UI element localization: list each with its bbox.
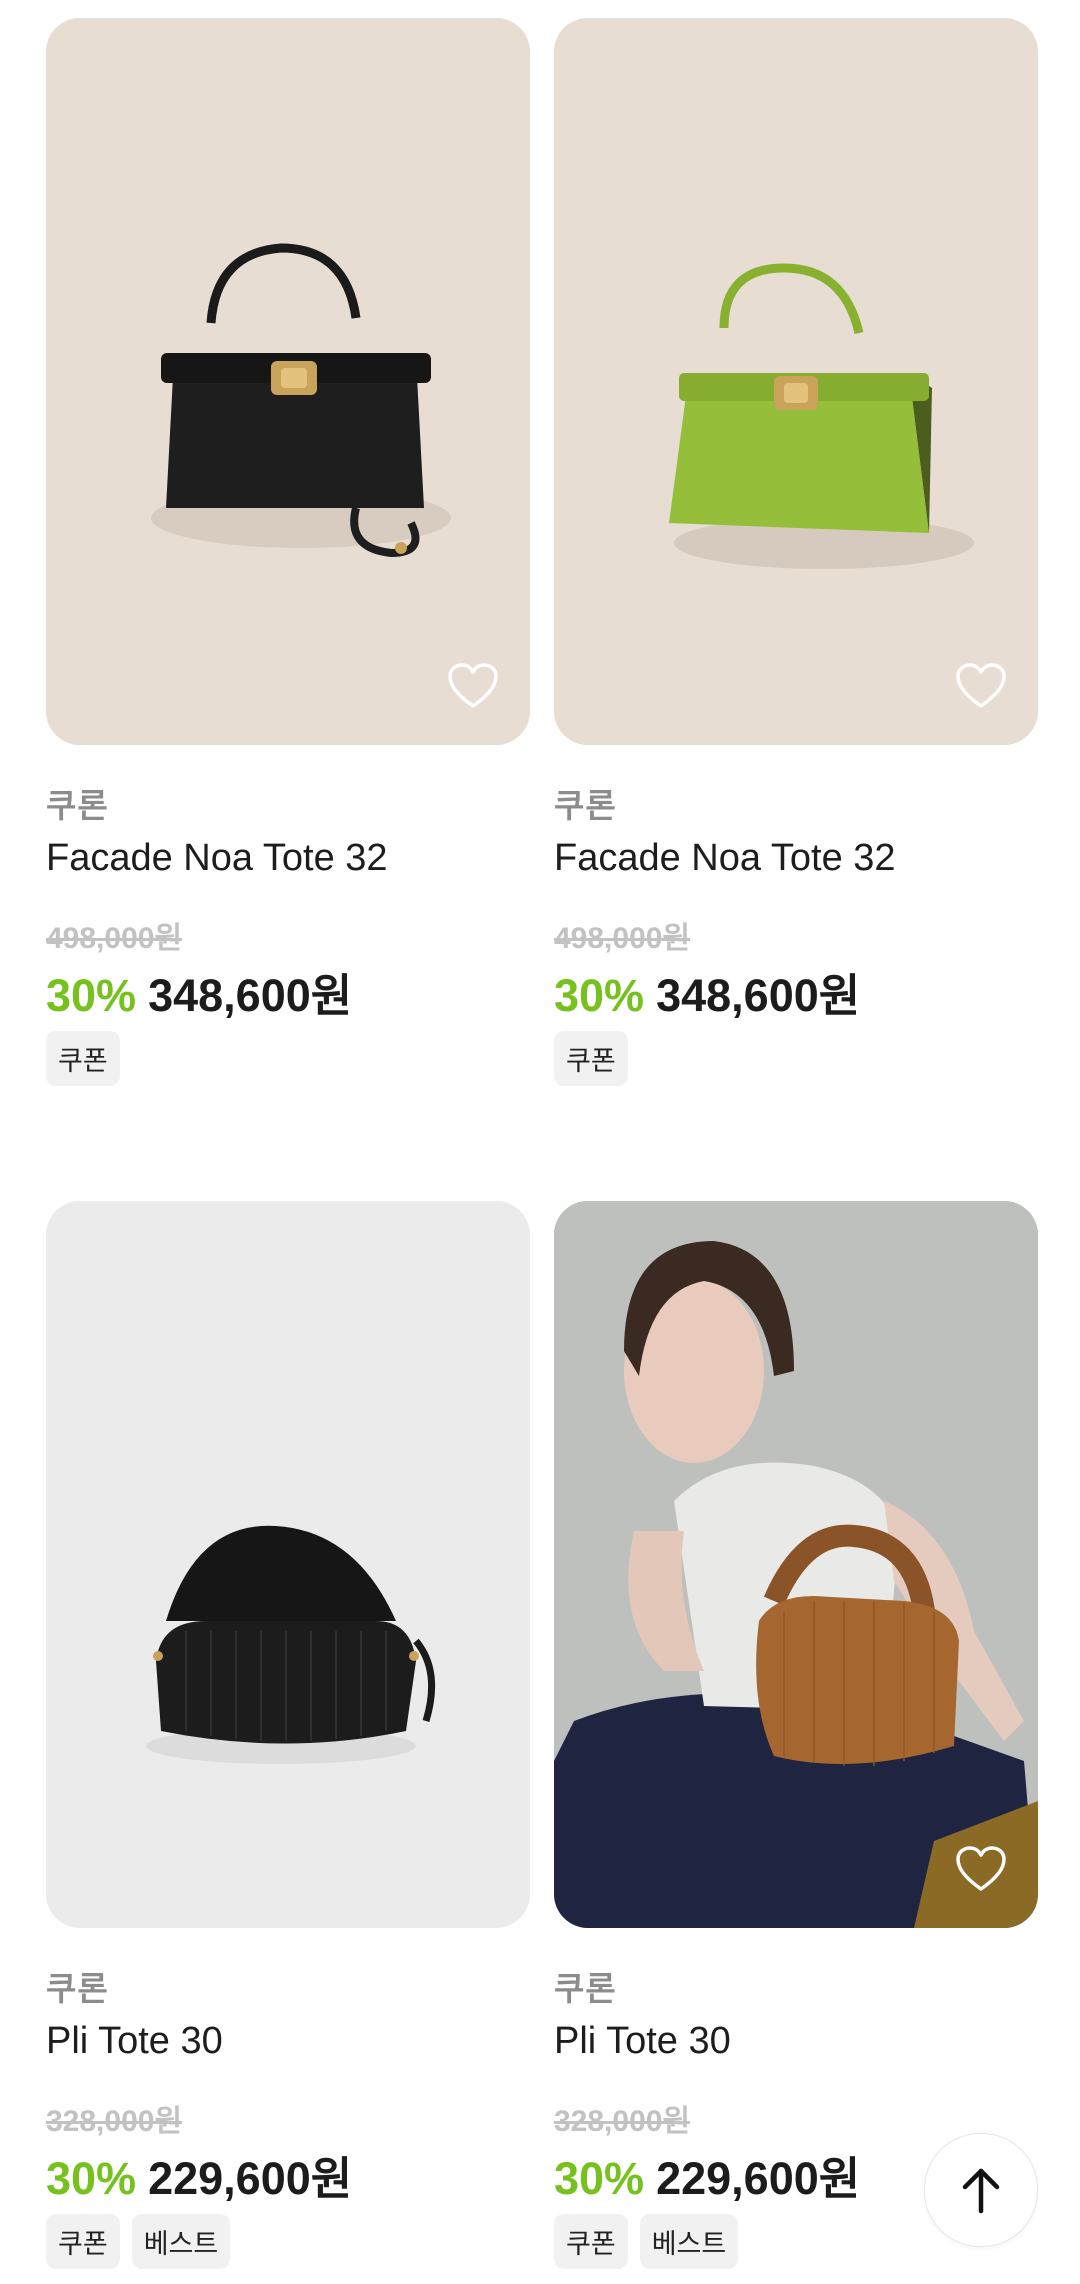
product-image[interactable] — [554, 18, 1038, 745]
sale-price: 229,600원 — [148, 2153, 353, 2204]
sale-price: 348,600원 — [148, 970, 353, 1021]
product-name[interactable]: Facade Noa Tote 32 — [46, 837, 530, 883]
green-handbag-image — [554, 18, 1038, 745]
price-row: 30% 229,600원 — [46, 2142, 530, 2204]
product-image[interactable] — [46, 18, 530, 745]
price-row: 30% 348,600원 — [554, 959, 1038, 1021]
original-price: 498,000원 — [554, 922, 691, 955]
sale-price: 229,600원 — [656, 2153, 861, 2204]
price-row: 30% 348,600원 — [46, 959, 530, 1021]
product-image[interactable] — [554, 1201, 1038, 1928]
tag-list: 쿠폰 — [554, 1031, 1038, 1086]
product-card[interactable]: 쿠론 Pli Tote 30 328,000원 30% 229,600원 쿠폰 … — [46, 1201, 530, 2269]
product-name[interactable]: Pli Tote 30 — [554, 2020, 1038, 2066]
model-with-brown-bag-image — [554, 1201, 1038, 1928]
coupon-badge: 쿠폰 — [554, 2214, 628, 2269]
brand-label: 쿠론 — [46, 1970, 109, 2007]
heart-icon[interactable] — [446, 661, 500, 711]
original-price: 328,000원 — [46, 2105, 183, 2138]
black-handbag-image — [46, 18, 530, 745]
scroll-to-top-button[interactable] — [924, 2133, 1038, 2247]
product-card[interactable]: 쿠론 Facade Noa Tote 32 498,000원 30% 348,6… — [46, 18, 530, 1086]
black-pleated-bag-image — [46, 1201, 530, 1928]
product-name[interactable]: Pli Tote 30 — [46, 2020, 530, 2066]
heart-icon[interactable] — [954, 1844, 1008, 1894]
best-badge: 베스트 — [131, 2214, 231, 2269]
arrow-up-icon — [962, 2168, 1000, 2214]
brand-label: 쿠론 — [554, 1970, 617, 2007]
product-card[interactable]: 쿠론 Facade Noa Tote 32 498,000원 30% 348,6… — [554, 18, 1038, 1086]
original-price: 328,000원 — [554, 2105, 691, 2138]
discount-rate: 30% — [46, 2153, 137, 2204]
best-badge: 베스트 — [639, 2214, 739, 2269]
discount-rate: 30% — [554, 2153, 645, 2204]
coupon-badge: 쿠폰 — [46, 1031, 120, 1086]
original-price: 498,000원 — [46, 922, 183, 955]
product-card[interactable]: 쿠론 Pli Tote 30 328,000원 30% 229,600원 쿠폰 … — [554, 1201, 1038, 2269]
product-image[interactable] — [46, 1201, 530, 1928]
brand-label: 쿠론 — [46, 787, 109, 824]
heart-icon[interactable] — [954, 661, 1008, 711]
discount-rate: 30% — [554, 970, 645, 1021]
tag-list: 쿠폰 — [46, 1031, 530, 1086]
product-name[interactable]: Facade Noa Tote 32 — [554, 837, 1038, 883]
brand-label: 쿠론 — [554, 787, 617, 824]
coupon-badge: 쿠폰 — [46, 2214, 120, 2269]
sale-price: 348,600원 — [656, 970, 861, 1021]
coupon-badge: 쿠폰 — [554, 1031, 628, 1086]
discount-rate: 30% — [46, 970, 137, 1021]
tag-list: 쿠폰 베스트 — [46, 2214, 530, 2269]
